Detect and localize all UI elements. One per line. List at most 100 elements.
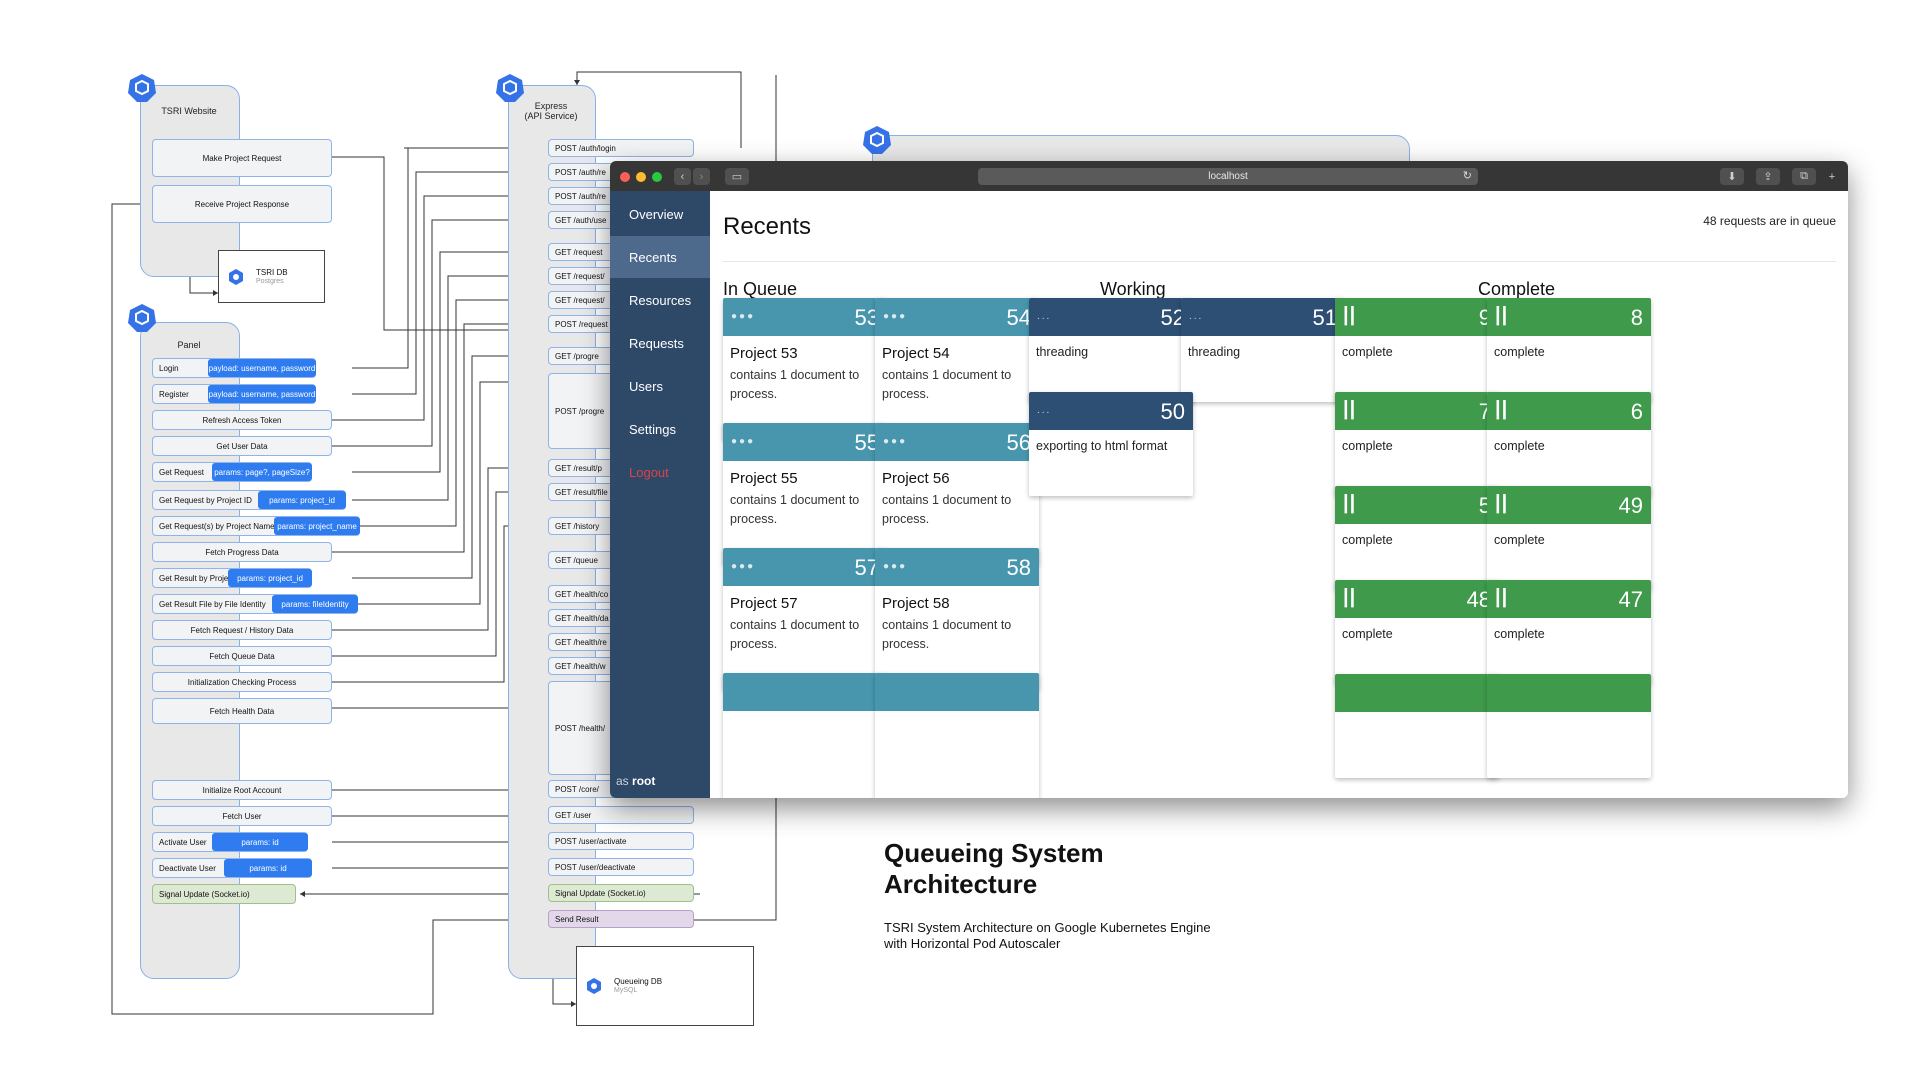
back-button[interactable]: ‹ (674, 168, 691, 185)
card-description: contains 1 document to process. (882, 368, 1012, 401)
sidebar-item-overview[interactable]: Overview (610, 193, 710, 235)
forward-button[interactable]: › (693, 168, 710, 185)
card-number: 47 (1618, 587, 1643, 612)
card-header: || 6 (1487, 392, 1651, 430)
working-dots-icon: ... (1037, 311, 1052, 322)
card-number: 51 (1312, 305, 1337, 330)
card-header: ... 51 (1181, 298, 1345, 336)
sidebar-item-recents[interactable]: Recents (610, 236, 710, 278)
param-tag: params: fileIdentity (272, 595, 358, 613)
working-card[interactable]: ... 50 exporting to html format (1029, 392, 1193, 496)
complete-bars-icon: || (1343, 398, 1357, 420)
sidebar-item-requests[interactable]: Requests (610, 322, 710, 364)
endpoint-box: Send Result (548, 910, 694, 928)
card-status: complete (1494, 627, 1545, 641)
queue-card[interactable] (875, 673, 1039, 798)
complete-card[interactable]: || 48 complete (1335, 580, 1499, 684)
param-tag: params: project_id (258, 491, 346, 509)
complete-bars-icon: || (1495, 586, 1509, 608)
card-title: Project 58 (882, 595, 950, 612)
card-description: contains 1 document to process. (882, 618, 1012, 651)
complete-card[interactable]: || 7 complete (1335, 392, 1499, 496)
card-status: complete (1342, 533, 1393, 547)
complete-card[interactable]: || 5 complete (1335, 486, 1499, 590)
sidebar-item-settings[interactable]: Settings (610, 408, 710, 450)
working-card[interactable]: ... 52 threading (1029, 298, 1193, 402)
new-tab-icon[interactable]: + (1824, 168, 1840, 185)
queue-card[interactable]: ●●● 56 Project 56 contains 1 document to… (875, 423, 1039, 565)
complete-bars-icon: || (1343, 586, 1357, 608)
endpoint-box: GET /user (548, 806, 694, 824)
share-icon[interactable]: ⇪ (1756, 168, 1780, 185)
working-card[interactable]: ... 51 threading (1181, 298, 1345, 402)
card-description: contains 1 document to process. (730, 368, 860, 401)
tsri-db: TSRI DB Postgres (218, 250, 325, 303)
queue-card[interactable]: ●●● 57 Project 57 contains 1 document to… (723, 548, 887, 690)
as-prefix: as (616, 774, 629, 788)
card-title: Project 56 (882, 470, 950, 487)
queue-card[interactable] (723, 673, 887, 798)
downloads-icon[interactable]: ⬇ (1720, 168, 1744, 185)
kubernetes-icon (128, 74, 156, 102)
param-tag: payload: username, password (208, 385, 316, 403)
card-status: threading (1188, 345, 1241, 359)
complete-card[interactable]: || 49 complete (1487, 486, 1651, 590)
website-group-title: TSRI Website (161, 106, 217, 116)
queue-card[interactable]: ●●● 54 Project 54 contains 1 document to… (875, 298, 1039, 440)
card-number: 8 (1630, 305, 1643, 330)
queue-card[interactable]: ●●● 55 Project 55 contains 1 document to… (723, 423, 887, 565)
card-number: 56 (1006, 430, 1031, 455)
tabs-icon[interactable]: ⧉ (1792, 168, 1816, 185)
address-bar[interactable]: localhost ↻ (978, 168, 1478, 185)
browser-window: ‹ › ▭ localhost ↻ ⬇ ⇪ ⧉ + Overview Recen… (610, 161, 1848, 798)
tsri-db-name: TSRI DB (256, 268, 288, 277)
card-title: Project 55 (730, 470, 798, 487)
card-number: 49 (1618, 493, 1643, 518)
queueing-db-engine: MySQL (614, 987, 638, 994)
column-header-complete: Complete (1478, 279, 1556, 299)
sidebar-toggle-button[interactable]: ▭ (725, 168, 749, 185)
maximize-window-button[interactable] (652, 172, 662, 182)
working-dots-icon: ... (1189, 311, 1204, 322)
minimize-window-button[interactable] (636, 172, 646, 182)
divider (723, 261, 1836, 262)
card-header (875, 673, 1039, 711)
browser-titlebar: ‹ › ▭ localhost ↻ ⬇ ⇪ ⧉ + (610, 161, 1848, 191)
panel-box: Refresh Access Token (152, 410, 332, 430)
card-description: contains 1 document to process. (730, 493, 860, 526)
queueing-db: Queueing DB MySQL (576, 946, 754, 1026)
sidebar-item-users[interactable]: Users (610, 365, 710, 407)
queued-dots-icon: ●●● (883, 436, 908, 447)
card-header: || 5 (1335, 486, 1499, 524)
sidebar-item-logout[interactable]: Logout (610, 451, 710, 493)
card-description: contains 1 document to process. (730, 618, 860, 651)
queue-card[interactable]: ●●● 58 Project 58 contains 1 document to… (875, 548, 1039, 690)
sidebar: Overview Recents Resources Requests User… (610, 191, 710, 798)
card-number: 50 (1160, 399, 1185, 424)
complete-card[interactable] (1487, 674, 1651, 778)
panel-box: Fetch Queue Data (152, 646, 332, 666)
complete-card[interactable]: || 9 complete (1335, 298, 1499, 402)
param-tag: params: page?, pageSize? (212, 463, 312, 481)
queued-dots-icon: ●●● (731, 561, 756, 572)
complete-card[interactable]: || 47 complete (1487, 580, 1651, 684)
column-header-working: Working (1100, 279, 1166, 299)
endpoint-box: POST /user/deactivate (548, 858, 694, 876)
complete-bars-icon: || (1495, 492, 1509, 514)
complete-card[interactable]: || 6 complete (1487, 392, 1651, 496)
queue-card[interactable]: ●●● 53 Project 53 contains 1 document to… (723, 298, 887, 440)
connector-line (552, 977, 576, 1005)
card-header: || 9 (1335, 298, 1499, 336)
connector-line (576, 71, 742, 148)
complete-card[interactable]: || 8 complete (1487, 298, 1651, 402)
card-header: || 48 (1335, 580, 1499, 618)
complete-card[interactable] (1335, 674, 1499, 778)
close-window-button[interactable] (620, 172, 630, 182)
reload-icon[interactable]: ↻ (1463, 169, 1472, 182)
card-title: Project 53 (730, 345, 798, 362)
make-project-request-box: Make Project Request (152, 139, 332, 177)
card-number: 58 (1006, 555, 1031, 580)
card-header: ●●● 53 (723, 298, 887, 336)
sidebar-item-resources[interactable]: Resources (610, 279, 710, 321)
queued-dots-icon: ●●● (883, 311, 908, 322)
